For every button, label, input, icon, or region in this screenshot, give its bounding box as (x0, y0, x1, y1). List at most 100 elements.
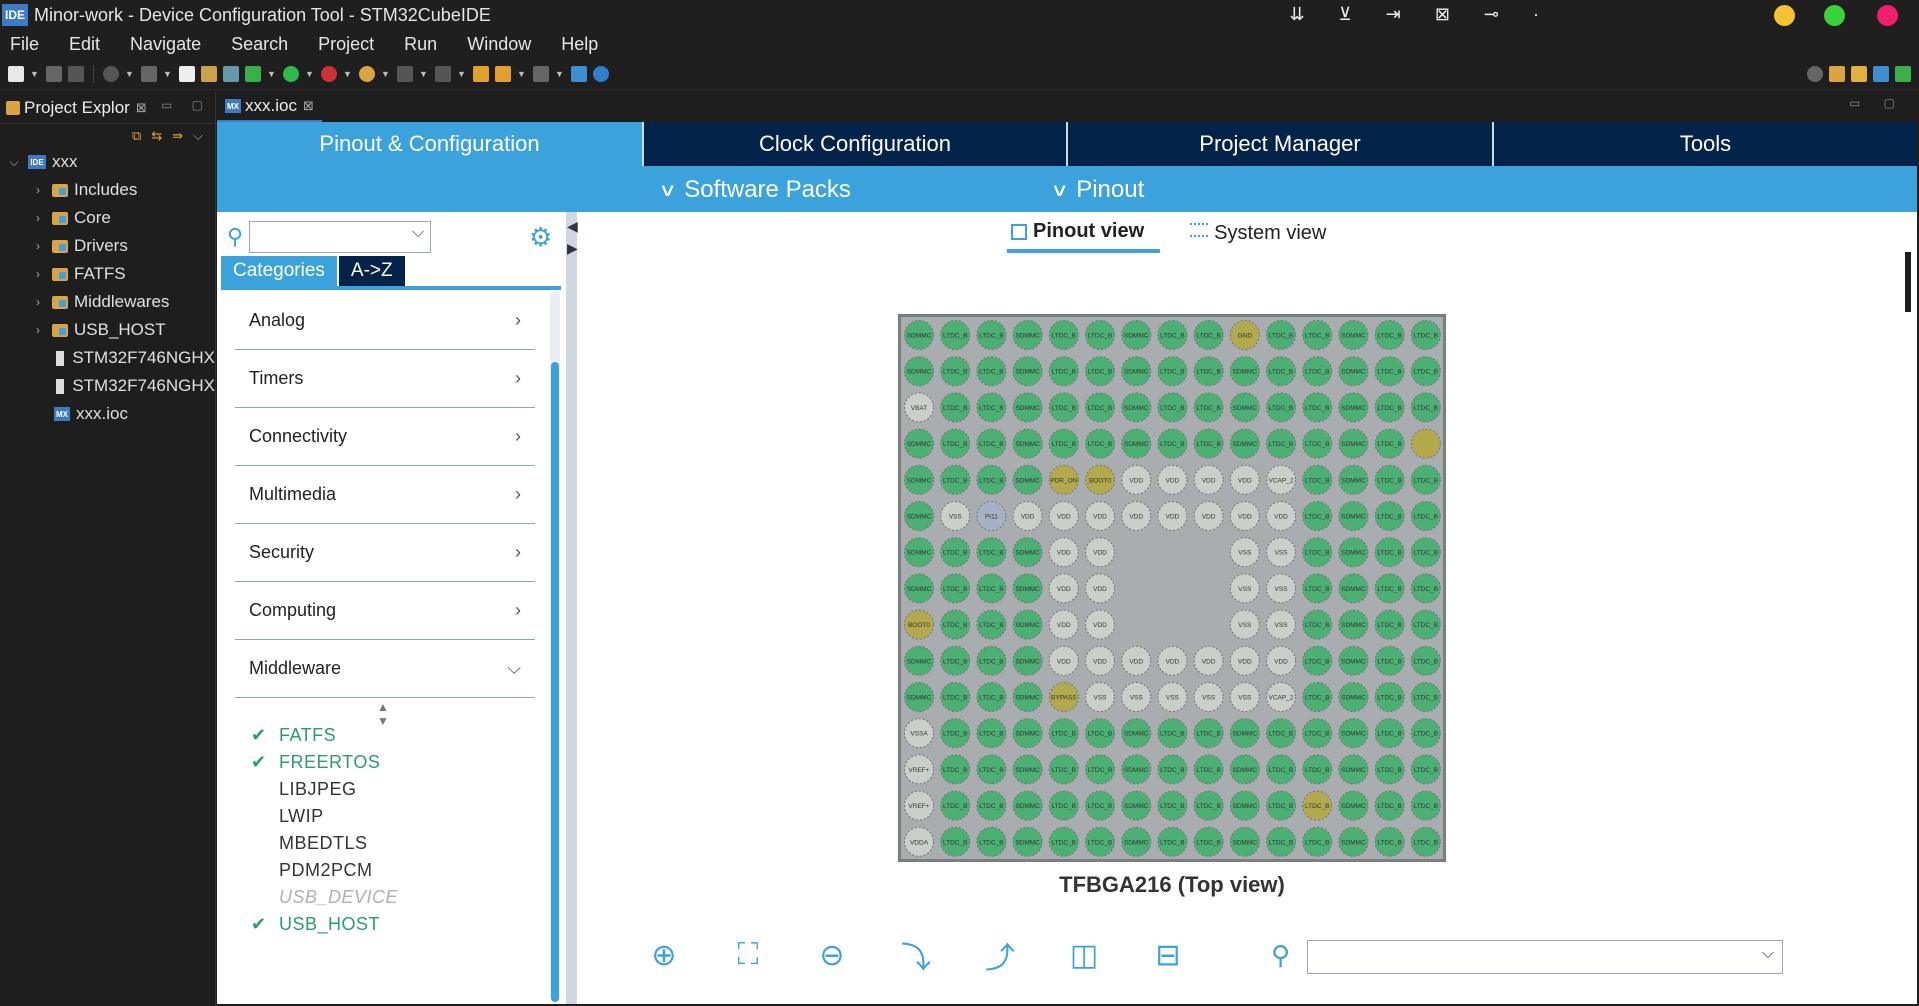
dropdown-icon[interactable]: ▼ (163, 69, 173, 79)
tab-project-manager[interactable]: Project Manager (1068, 122, 1494, 166)
chevron-right-icon[interactable]: › (30, 239, 46, 253)
chip-package[interactable]: SDMMC LTDC_B LTDC_B SDMMC LTDC_B LTDC_B SDMMC L… (898, 314, 1446, 862)
rotate-left-icon[interactable]: ⤴ (983, 938, 1017, 975)
pin-search-select[interactable]: ⌵ (1307, 940, 1783, 974)
dot-icon[interactable]: · (1533, 4, 1539, 25)
forward-icon[interactable] (533, 65, 549, 82)
wand-icon[interactable] (201, 65, 217, 82)
dropdown-icon[interactable]: ▼ (125, 69, 135, 79)
category-middleware[interactable]: Middleware ⌵ (235, 640, 535, 698)
dropdown-icon[interactable]: ▼ (30, 69, 40, 79)
middleware-mbedtls[interactable]: MBEDTLS (251, 830, 511, 857)
panel-divider[interactable]: ◀ ▶ (566, 212, 578, 1004)
pinout-menu[interactable]: ∨ Pinout (1050, 176, 1144, 204)
middleware-pdm2pcm[interactable]: PDM2PCM (251, 857, 511, 884)
gear-icon[interactable]: ⚙ (529, 222, 552, 253)
view-controls[interactable]: ▭ ▢ (161, 98, 211, 112)
dropdown-icon[interactable]: ▼ (305, 69, 315, 79)
middleware-usb-device[interactable]: USB_DEVICE (251, 884, 511, 911)
chevron-down-icon[interactable]: ⌵ (6, 155, 22, 170)
tree-item-middlewares[interactable]: › Middlewares (0, 288, 215, 316)
middleware-libjpeg[interactable]: LIBJPEG (251, 776, 511, 803)
category-multimedia[interactable]: Multimedia › (235, 466, 535, 524)
chevron-right-icon[interactable]: › (30, 267, 46, 281)
dropdown-icon[interactable]: ▼ (419, 69, 429, 79)
zoom-out-icon[interactable]: ⊖ (815, 938, 849, 972)
close-button[interactable] (1877, 5, 1898, 26)
tab-pinout-view[interactable]: Pinout view (1007, 220, 1161, 253)
mx-perspective-icon[interactable] (1873, 65, 1889, 82)
dropdown-icon[interactable]: ▼ (517, 69, 527, 79)
device-icon[interactable] (571, 65, 587, 82)
close-icon[interactable]: ⊠ (136, 100, 147, 116)
editor-tab-ioc[interactable]: MX xxx.ioc ⊠ (217, 92, 322, 122)
menu-window[interactable]: Window (467, 34, 531, 55)
pin-icon[interactable]: ⊻ (1339, 4, 1352, 25)
menu-edit[interactable]: Edit (69, 34, 100, 55)
prev-annotation-icon[interactable] (435, 65, 451, 82)
category-connectivity[interactable]: Connectivity › (235, 408, 535, 466)
menu-help[interactable]: Help (561, 34, 598, 55)
cpp-perspective-icon[interactable] (1851, 65, 1867, 82)
rotate-right-icon[interactable]: ⤵ (899, 938, 933, 975)
chevron-right-icon[interactable]: › (30, 211, 46, 225)
debug-icon[interactable] (245, 65, 261, 82)
grid-icon[interactable]: ⊠ (1435, 4, 1450, 25)
filter-icon[interactable]: ⇛ (172, 128, 183, 144)
dropdown-icon[interactable]: ▼ (457, 69, 467, 79)
editor-view-controls[interactable]: ▭ ▢ (1849, 96, 1905, 110)
tree-item-usb-host[interactable]: › USB_HOST (0, 316, 215, 344)
project-explorer-tab[interactable]: Project Explor ⊠ ▭ ▢ (0, 92, 215, 124)
category-analog[interactable]: Analog › (235, 292, 535, 350)
menu-search[interactable]: Search (231, 34, 288, 55)
tree-root[interactable]: ⌵ IDE xxx (0, 148, 215, 176)
menu-navigate[interactable]: Navigate (130, 34, 201, 55)
category-timers[interactable]: Timers › (235, 350, 535, 408)
menu-file[interactable]: File (10, 34, 39, 55)
info-icon[interactable] (593, 65, 609, 82)
category-computing[interactable]: Computing › (235, 582, 535, 640)
chevron-right-icon[interactable]: › (30, 323, 46, 337)
tree-item-drivers[interactable]: › Drivers (0, 232, 215, 260)
tab-pinout-configuration[interactable]: Pinout & Configuration (217, 122, 644, 166)
view-menu-icon[interactable]: ⌵ (193, 128, 203, 144)
tab-categories[interactable]: Categories (221, 256, 337, 286)
right-collapse-handle[interactable] (1905, 252, 1917, 312)
dropdown-icon[interactable]: ▼ (381, 69, 391, 79)
external-tools-icon[interactable] (321, 65, 337, 82)
run-icon[interactable] (283, 65, 299, 82)
middleware-usb-host[interactable]: ✔ USB_HOST (251, 911, 511, 938)
minimize-button[interactable] (1774, 5, 1795, 26)
collapse-all-icon[interactable]: ⧉ (132, 128, 141, 144)
tree-item-fatfs[interactable]: › FATFS (0, 260, 215, 288)
last-edit-icon[interactable] (473, 65, 489, 82)
quick-search-icon[interactable] (1807, 65, 1823, 82)
pushpin-icon[interactable]: ⊸ (1484, 4, 1499, 25)
link-editor-icon[interactable]: ⇆ (151, 128, 162, 144)
tab-a-z[interactable]: A->Z (338, 256, 405, 286)
category-search-input[interactable] (249, 221, 432, 253)
annotation-icon[interactable] (397, 65, 413, 82)
middleware-fatfs[interactable]: ✔ FATFS (251, 722, 511, 749)
file-icon[interactable] (179, 65, 195, 82)
tree-item-core[interactable]: › Core (0, 204, 215, 232)
perspective-icon[interactable] (1829, 65, 1845, 82)
link-icon[interactable] (223, 65, 239, 82)
collapse-left-icon[interactable]: ◀ (567, 218, 578, 235)
tree-item-ioc[interactable]: MX xxx.ioc (0, 400, 215, 428)
tree-item-includes[interactable]: › Includes (0, 176, 215, 204)
debug-perspective-icon[interactable] (1895, 65, 1911, 82)
save-icon[interactable] (46, 65, 62, 82)
pin-ball[interactable] (1410, 428, 1441, 459)
back-icon[interactable] (495, 65, 511, 82)
middleware-freertos[interactable]: ✔ FREERTOS (251, 749, 511, 776)
tab-clock-configuration[interactable]: Clock Configuration (644, 122, 1068, 166)
exit-icon[interactable]: ⇥ (1386, 4, 1401, 25)
middleware-lwip[interactable]: LWIP (251, 803, 511, 830)
software-packs-menu[interactable]: ∨ Software Packs (658, 176, 851, 204)
tab-system-view[interactable]: System view (1188, 220, 1342, 253)
zoom-in-icon[interactable]: ⊕ (647, 938, 681, 972)
chevron-right-icon[interactable]: › (30, 183, 46, 197)
dropdown-icon[interactable]: ▼ (267, 69, 277, 79)
close-icon[interactable]: ⊠ (303, 98, 314, 114)
